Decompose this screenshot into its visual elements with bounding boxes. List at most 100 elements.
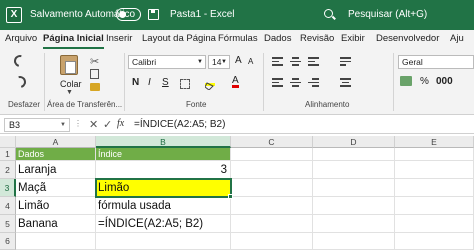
underline-button[interactable]: S (162, 77, 169, 88)
bold-button[interactable]: N (132, 77, 139, 88)
cut-icon[interactable]: ✂ (90, 55, 99, 68)
redo-icon[interactable] (11, 73, 29, 91)
shrink-font-button[interactable]: A (248, 57, 253, 66)
cell-d5[interactable] (313, 215, 395, 233)
cancel-icon[interactable]: ✕ (89, 118, 98, 131)
tab-dados[interactable]: Dados (264, 33, 291, 44)
chevron-down-icon[interactable]: ▼ (66, 89, 73, 96)
formula-input[interactable]: =ÍNDICE(A2:A5; B2) (134, 119, 225, 130)
merge-center-icon[interactable] (340, 78, 351, 87)
more-options-icon[interactable]: ⋮ (74, 119, 82, 128)
group-label-font: Fonte (186, 100, 207, 109)
thousands-separator-button[interactable]: 000 (436, 76, 453, 87)
align-bottom-icon[interactable] (308, 57, 319, 66)
tab-inserir[interactable]: Inserir (106, 33, 132, 44)
select-all-corner[interactable] (0, 136, 16, 148)
search-box[interactable]: Pesquisar (Alt+G) (318, 6, 468, 24)
row-header-4[interactable]: 4 (0, 197, 16, 215)
row-header-1[interactable]: 1 (0, 148, 16, 161)
paste-button-label[interactable]: Colar (60, 79, 82, 89)
fill-handle[interactable] (228, 194, 233, 199)
grow-font-button[interactable]: A (235, 55, 242, 66)
cell-a2[interactable]: Laranja (16, 161, 96, 179)
row-header-5[interactable]: 5 (0, 215, 16, 233)
cell-b1[interactable]: Índice (96, 148, 231, 161)
cell-a3[interactable]: Maçã (16, 179, 96, 197)
currency-icon[interactable] (400, 76, 412, 86)
tab-arquivo[interactable]: Arquivo (5, 33, 37, 44)
fill-color-icon[interactable] (204, 77, 215, 91)
wrap-text-icon[interactable] (340, 57, 351, 66)
cell-e2[interactable] (395, 161, 474, 179)
cell-a1[interactable]: Dados (16, 148, 96, 161)
border-icon[interactable] (180, 79, 190, 89)
tab-formulas[interactable]: Fórmulas (218, 33, 258, 44)
toggle-knob (119, 11, 126, 18)
row-header-2[interactable]: 2 (0, 161, 16, 179)
cell-b4[interactable]: fórmula usada (96, 197, 231, 215)
tab-pagina-inicial[interactable]: Página Inicial (43, 33, 104, 49)
font-size-select[interactable]: 14 ▼ (208, 55, 230, 69)
column-header-b[interactable]: B (96, 136, 231, 148)
row-header-6[interactable]: 6 (0, 233, 16, 250)
cell-c1[interactable] (231, 148, 313, 161)
cell-a5[interactable]: Banana (16, 215, 96, 233)
cell-e6[interactable] (395, 233, 474, 250)
group-label-alignment: Alinhamento (305, 100, 350, 109)
align-center-icon[interactable] (290, 78, 301, 87)
tab-revisao[interactable]: Revisão (300, 33, 334, 44)
cell-b2[interactable]: 3 (96, 161, 231, 179)
enter-icon[interactable]: ✓ (103, 118, 112, 131)
undo-icon[interactable] (11, 52, 29, 70)
cell-b5[interactable]: =ÍNDICE(A2:A5; B2) (96, 215, 231, 233)
cell-a6[interactable] (16, 233, 96, 250)
cell-a4[interactable]: Limão (16, 197, 96, 215)
cell-c2[interactable] (231, 161, 313, 179)
cell-c5[interactable] (231, 215, 313, 233)
cell-d1[interactable] (313, 148, 395, 161)
cell-c6[interactable] (231, 233, 313, 250)
cell-d3[interactable] (313, 179, 395, 197)
tab-desenvolvedor[interactable]: Desenvolvedor (376, 33, 439, 44)
italic-button[interactable]: I (148, 77, 151, 88)
cell-e4[interactable] (395, 197, 474, 215)
search-icon (324, 9, 333, 18)
group-label-clipboard: Área de Transferên... (47, 100, 123, 109)
group-label-undo: Desfazer (8, 100, 41, 109)
save-icon[interactable] (148, 9, 159, 20)
group-divider (263, 53, 264, 111)
column-header-d[interactable]: D (313, 136, 395, 148)
cell-c4[interactable] (231, 197, 313, 215)
cell-e5[interactable] (395, 215, 474, 233)
cell-c3[interactable] (231, 179, 313, 197)
name-box-value: B3 (9, 120, 21, 130)
column-header-c[interactable]: C (231, 136, 313, 148)
cell-e1[interactable] (395, 148, 474, 161)
insert-function-icon[interactable]: fx (117, 118, 124, 129)
autosave-toggle[interactable] (116, 8, 141, 21)
format-painter-icon[interactable] (90, 83, 100, 91)
cell-d6[interactable] (313, 233, 395, 250)
chevron-down-icon: ▼ (197, 59, 203, 65)
copy-icon[interactable] (90, 69, 99, 79)
tab-ajuda[interactable]: Aju (450, 33, 464, 44)
cell-e3[interactable] (395, 179, 474, 197)
cell-d2[interactable] (313, 161, 395, 179)
align-top-icon[interactable] (272, 57, 283, 66)
row-header-3[interactable]: 3 (0, 179, 16, 197)
align-right-icon[interactable] (308, 78, 319, 87)
paste-icon[interactable] (60, 55, 78, 75)
number-format-select[interactable]: Geral (398, 55, 474, 69)
name-box[interactable]: B3 ▼ (4, 118, 70, 132)
percent-button[interactable]: % (420, 76, 429, 87)
font-color-icon[interactable]: A (232, 76, 239, 88)
column-header-a[interactable]: A (16, 136, 96, 148)
align-left-icon[interactable] (272, 78, 283, 87)
column-header-e[interactable]: E (395, 136, 474, 148)
font-name-select[interactable]: Calibri ▼ (128, 55, 206, 69)
tab-layout-da-pagina[interactable]: Layout da Página (142, 33, 216, 44)
tab-exibir[interactable]: Exibir (341, 33, 365, 44)
align-middle-icon[interactable] (290, 57, 301, 66)
cell-b6[interactable] (96, 233, 231, 250)
cell-d4[interactable] (313, 197, 395, 215)
